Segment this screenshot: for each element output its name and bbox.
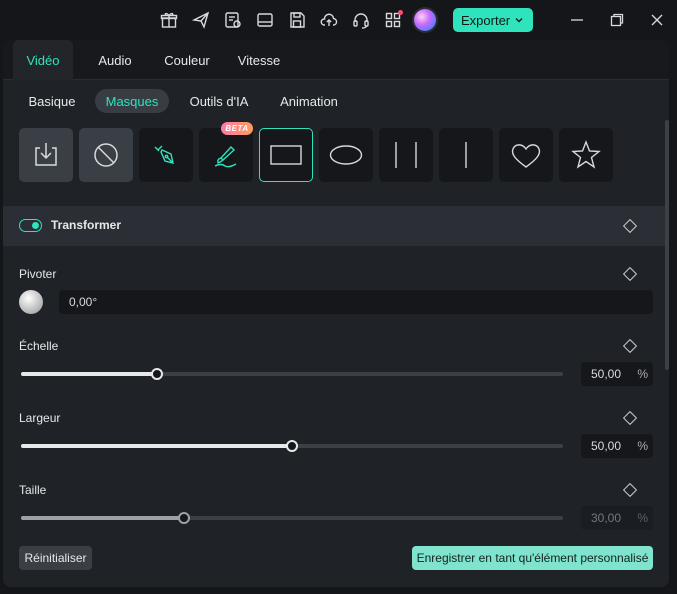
close-icon[interactable] [648, 11, 666, 29]
double-line-mask-tile[interactable] [379, 128, 433, 182]
ellipse-mask-tile[interactable] [319, 128, 373, 182]
chevron-down-icon [515, 18, 523, 23]
headset-icon[interactable] [351, 10, 371, 30]
size-keyframe-icon[interactable] [622, 482, 638, 498]
ellipse-mask-icon [329, 145, 363, 165]
brush-mask-icon [214, 145, 237, 168]
width-slider[interactable] [21, 440, 563, 452]
size-value-input[interactable]: 30,00 % [581, 506, 653, 530]
width-keyframe-icon[interactable] [622, 410, 638, 426]
brush-mask-tile[interactable] [199, 128, 253, 182]
subtab-animation[interactable]: Animation [271, 89, 347, 113]
star-mask-icon [571, 140, 601, 169]
width-label: Largeur [19, 411, 61, 425]
layout-icon[interactable] [255, 10, 275, 30]
single-line-mask-tile[interactable] [439, 128, 493, 182]
width-unit: % [637, 439, 648, 453]
transform-toggle[interactable] [19, 219, 42, 232]
send-icon[interactable] [191, 10, 211, 30]
tab-video[interactable]: Vidéo [13, 40, 73, 80]
rectangle-mask-icon [270, 145, 302, 165]
no-mask-icon [94, 143, 118, 167]
scale-slider-fill [21, 372, 157, 376]
rotate-input[interactable]: 0,00° [59, 290, 653, 314]
import-mask-tile[interactable] [19, 128, 73, 182]
pen-mask-tile[interactable] [139, 128, 193, 182]
rotate-keyframe-icon[interactable] [622, 266, 638, 282]
no-mask-tile[interactable] [79, 128, 133, 182]
scale-value: 50,00 [591, 367, 622, 381]
cloud-upload-icon[interactable] [319, 10, 339, 30]
export-button[interactable]: Exporter [453, 8, 533, 32]
scale-keyframe-icon[interactable] [622, 338, 638, 354]
heart-mask-icon [511, 144, 541, 168]
reset-button[interactable]: Réinitialiser [19, 546, 92, 570]
transform-label: Transformer [51, 218, 122, 232]
star-mask-tile[interactable] [559, 128, 613, 182]
notification-dot [398, 10, 403, 15]
size-label: Taille [19, 483, 47, 497]
subtab-ai-tools[interactable]: Outils d'IA [179, 89, 259, 113]
rectangle-mask-tile[interactable] [259, 128, 313, 182]
scale-slider[interactable] [21, 368, 563, 380]
size-unit: % [637, 511, 648, 525]
rotation-dial[interactable] [19, 290, 43, 314]
pen-mask-icon [154, 145, 174, 164]
panel-scrollbar[interactable] [665, 120, 669, 370]
width-slider-thumb[interactable] [286, 440, 298, 452]
transform-section-header: Transformer [3, 206, 665, 246]
save-icon[interactable] [287, 10, 307, 30]
panel-footer: Réinitialiser Enregistrer en tant qu'élé… [3, 534, 669, 587]
export-label: Exporter [461, 12, 511, 28]
apps-grid-icon[interactable] [383, 10, 403, 30]
rotate-label: Pivoter [19, 267, 57, 281]
width-value-input[interactable]: 50,00 % [581, 434, 653, 458]
subtab-masks[interactable]: Masques [95, 89, 169, 113]
single-line-mask-icon [465, 142, 467, 168]
size-value: 30,00 [591, 511, 622, 525]
checklist-icon[interactable] [223, 10, 243, 30]
title-bar: Exporter [0, 0, 677, 40]
scale-label: Échelle [19, 339, 59, 353]
scale-slider-thumb[interactable] [150, 368, 163, 380]
keyframe-diamond-icon[interactable] [622, 218, 638, 234]
gift-icon[interactable] [159, 10, 179, 30]
scale-value-input[interactable]: 50,00 % [581, 362, 653, 386]
size-slider[interactable] [21, 512, 563, 524]
properties-panel: Vidéo Audio Couleur Vitesse Basique Masq… [3, 40, 669, 587]
main-tabs: Vidéo Audio Couleur Vitesse [3, 40, 669, 80]
subtab-basic[interactable]: Basique [19, 89, 85, 113]
tab-color[interactable]: Couleur [155, 40, 219, 80]
avatar[interactable] [414, 9, 436, 31]
beta-badge: BETA [221, 122, 253, 135]
restore-icon[interactable] [608, 11, 626, 29]
width-value: 50,00 [591, 439, 622, 453]
tab-speed[interactable]: Vitesse [231, 40, 287, 80]
import-mask-icon [35, 143, 57, 166]
double-line-mask-icon [395, 142, 417, 168]
heart-mask-tile[interactable] [499, 128, 553, 182]
width-slider-fill [21, 444, 292, 448]
save-custom-button[interactable]: Enregistrer en tant qu'élément personnal… [412, 546, 653, 570]
size-slider-fill [21, 516, 184, 520]
size-slider-thumb[interactable] [177, 512, 190, 524]
scale-unit: % [637, 367, 648, 381]
tab-audio[interactable]: Audio [87, 40, 143, 80]
sub-tabs: Basique Masques Outils d'IA Animation [3, 80, 669, 120]
toggle-knob [32, 221, 39, 229]
minimize-icon[interactable] [568, 11, 586, 29]
